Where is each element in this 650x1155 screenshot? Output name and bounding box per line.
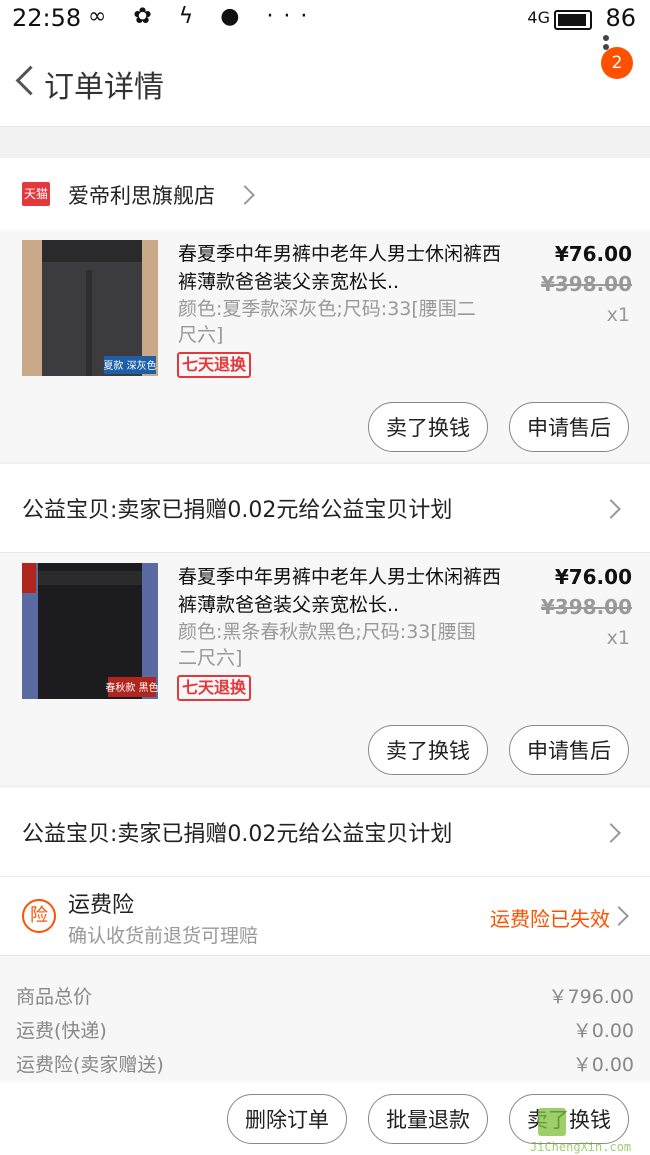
- summary-row: 商品总价 ￥796.00: [0, 982, 650, 1016]
- original-price: ¥398.00: [540, 595, 632, 619]
- product-title: 春夏季中年男裤中老年人男士休闲裤西裤薄款爸爸装父亲宽松长..: [178, 243, 502, 293]
- thumbnail-label: 春秋款 黑色: [105, 681, 158, 694]
- shop-header[interactable]: 天猫 爱帝利思旗舰店: [0, 158, 650, 230]
- shop-name: 爱帝利思旗舰店: [68, 184, 215, 208]
- insurance-title: 运费险: [68, 893, 135, 918]
- order-item[interactable]: 夏款 深灰色 春夏季中年男裤中老年人男士休闲裤西裤薄款爸爸装父亲宽松长.. 颜色…: [0, 230, 650, 462]
- battery-icon: [554, 10, 592, 30]
- back-icon[interactable]: [10, 62, 46, 102]
- message-count-badge: 2: [601, 47, 633, 79]
- nav-bar: 订单详情: [0, 40, 650, 127]
- chevron-right-icon: [235, 185, 255, 205]
- summary-label: 商品总价: [16, 986, 93, 1008]
- charity-row[interactable]: 公益宝贝:卖家已捐赠0.02元给公益宝贝计划: [0, 464, 650, 553]
- status-bar: 22:58 ∞ ✿ ϟ ● ··· 4G 86: [0, 0, 650, 40]
- summary-label: 运费险(卖家赠送): [16, 1054, 164, 1076]
- status-time: 22:58: [12, 4, 82, 32]
- product-thumbnail[interactable]: 夏款 深灰色: [22, 240, 158, 376]
- chevron-right-icon: [601, 499, 621, 519]
- product-attributes: 颜色:黑条春秋款黑色;尺码:33[腰围二尺六]: [178, 621, 476, 669]
- summary-value: ￥0.00: [572, 1054, 634, 1076]
- summary-label: 运费(快递): [16, 1020, 107, 1042]
- notification-icons: ∞ ✿ ϟ ● ···: [88, 4, 318, 29]
- return-policy-tag: 七天退换: [177, 675, 252, 701]
- network-signal-icon: 4G: [527, 8, 550, 27]
- battery-level: 86: [605, 4, 636, 32]
- return-policy-tag: 七天退换: [177, 352, 252, 378]
- delete-order-button[interactable]: 删除订单: [227, 1094, 347, 1144]
- insurance-subtitle: 确认收货前退货可理赔: [68, 925, 259, 947]
- summary-row: 运费险(卖家赠送) ￥0.00: [0, 1050, 650, 1084]
- product-quantity: x1: [606, 627, 630, 649]
- after-sale-button[interactable]: 申请售后: [509, 725, 629, 775]
- summary-row: 运费(快递) ￥0.00: [0, 1016, 650, 1050]
- product-quantity: x1: [606, 304, 630, 326]
- thumbnail-label: 夏款 深灰色: [103, 359, 156, 372]
- chevron-right-icon: [601, 823, 621, 843]
- product-price: ¥76.00: [554, 242, 632, 266]
- charity-label: 公益宝贝:卖家已捐赠0.02元给公益宝贝计划: [22, 498, 453, 523]
- product-attributes: 颜色:夏季款深灰色;尺码:33[腰围二尺六]: [178, 298, 476, 346]
- sell-button[interactable]: 卖了换钱: [368, 402, 488, 452]
- watermark-logo-icon: [538, 1108, 566, 1136]
- shipping-insurance-row[interactable]: 险 运费险 确认收货前退货可理赔 运费险已失效: [0, 877, 650, 956]
- after-sale-button[interactable]: 申请售后: [509, 402, 629, 452]
- charity-label: 公益宝贝:卖家已捐赠0.02元给公益宝贝计划: [22, 822, 453, 847]
- price-summary: 商品总价 ￥796.00 运费(快递) ￥0.00 运费险(卖家赠送) ￥0.0…: [0, 956, 650, 1082]
- watermark-text: JiChengXin.com: [530, 1140, 632, 1154]
- chevron-right-icon: [609, 906, 629, 926]
- product-thumbnail[interactable]: 春秋款 黑色: [22, 563, 158, 699]
- watermark: JiChengXin.com: [530, 1108, 650, 1155]
- product-title: 春夏季中年男裤中老年人男士休闲裤西裤薄款爸爸装父亲宽松长..: [178, 566, 502, 616]
- summary-value: ￥796.00: [548, 986, 634, 1008]
- summary-value: ￥0.00: [572, 1020, 634, 1042]
- product-price: ¥76.00: [554, 565, 632, 589]
- charity-row[interactable]: 公益宝贝:卖家已捐赠0.02元给公益宝贝计划: [0, 788, 650, 877]
- insurance-icon: 险: [22, 899, 56, 933]
- insurance-status: 运费险已失效: [490, 907, 610, 931]
- sell-button[interactable]: 卖了换钱: [368, 725, 488, 775]
- batch-refund-button[interactable]: 批量退款: [368, 1094, 488, 1144]
- order-item[interactable]: 春秋款 黑色 春夏季中年男裤中老年人男士休闲裤西裤薄款爸爸装父亲宽松长.. 颜色…: [0, 553, 650, 785]
- page-title: 订单详情: [44, 70, 164, 105]
- original-price: ¥398.00: [540, 272, 632, 296]
- tmall-icon: 天猫: [22, 182, 50, 206]
